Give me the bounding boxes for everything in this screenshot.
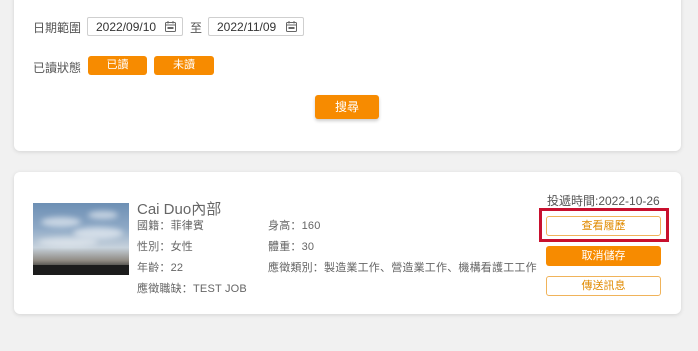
filter-panel: 日期範圍 2022/09/10 至 2022/11/09 已讀狀態 已讀 未讀 … <box>14 0 681 151</box>
end-date-input[interactable]: 2022/11/09 <box>208 17 304 36</box>
nationality-text: 國籍：菲律賓 <box>137 220 205 232</box>
unread-filter-button[interactable]: 未讀 <box>154 56 214 75</box>
gender-text: 性別：女性 <box>137 241 193 253</box>
applicant-photo <box>33 203 129 275</box>
search-button[interactable]: 搜尋 <box>315 95 379 119</box>
date-range-label: 日期範圍 <box>33 21 82 35</box>
view-resume-button[interactable]: 查看履歷 <box>546 216 661 236</box>
applicant-name: Cai Duo內部 <box>137 201 222 218</box>
applicant-card: Cai Duo內部 國籍：菲律賓 性別：女性 年齡：22 應徵職缺：TEST J… <box>14 172 681 314</box>
read-filter-button[interactable]: 已讀 <box>88 56 147 75</box>
cancel-save-button[interactable]: 取消儲存 <box>546 246 661 266</box>
calendar-icon[interactable] <box>165 21 176 32</box>
start-date-input[interactable]: 2022/09/10 <box>87 17 183 36</box>
position-text: 應徵職缺：TEST JOB <box>137 283 247 295</box>
to-label: 至 <box>190 21 203 35</box>
height-text: 身高：160 <box>268 220 321 232</box>
age-text: 年齡：22 <box>137 262 184 274</box>
weight-text: 體重：30 <box>268 241 315 253</box>
send-message-button[interactable]: 傳送訊息 <box>546 276 661 296</box>
sent-time: 投遞時間:2022-10-26 <box>547 194 660 208</box>
read-status-label: 已讀狀態 <box>33 61 82 75</box>
job-types-text: 應徵類別：製造業工作、營造業工作、機構看護工工作 <box>268 262 537 274</box>
end-date-value: 2022/11/09 <box>217 20 277 34</box>
calendar-icon[interactable] <box>286 21 297 32</box>
start-date-value: 2022/09/10 <box>96 20 157 34</box>
